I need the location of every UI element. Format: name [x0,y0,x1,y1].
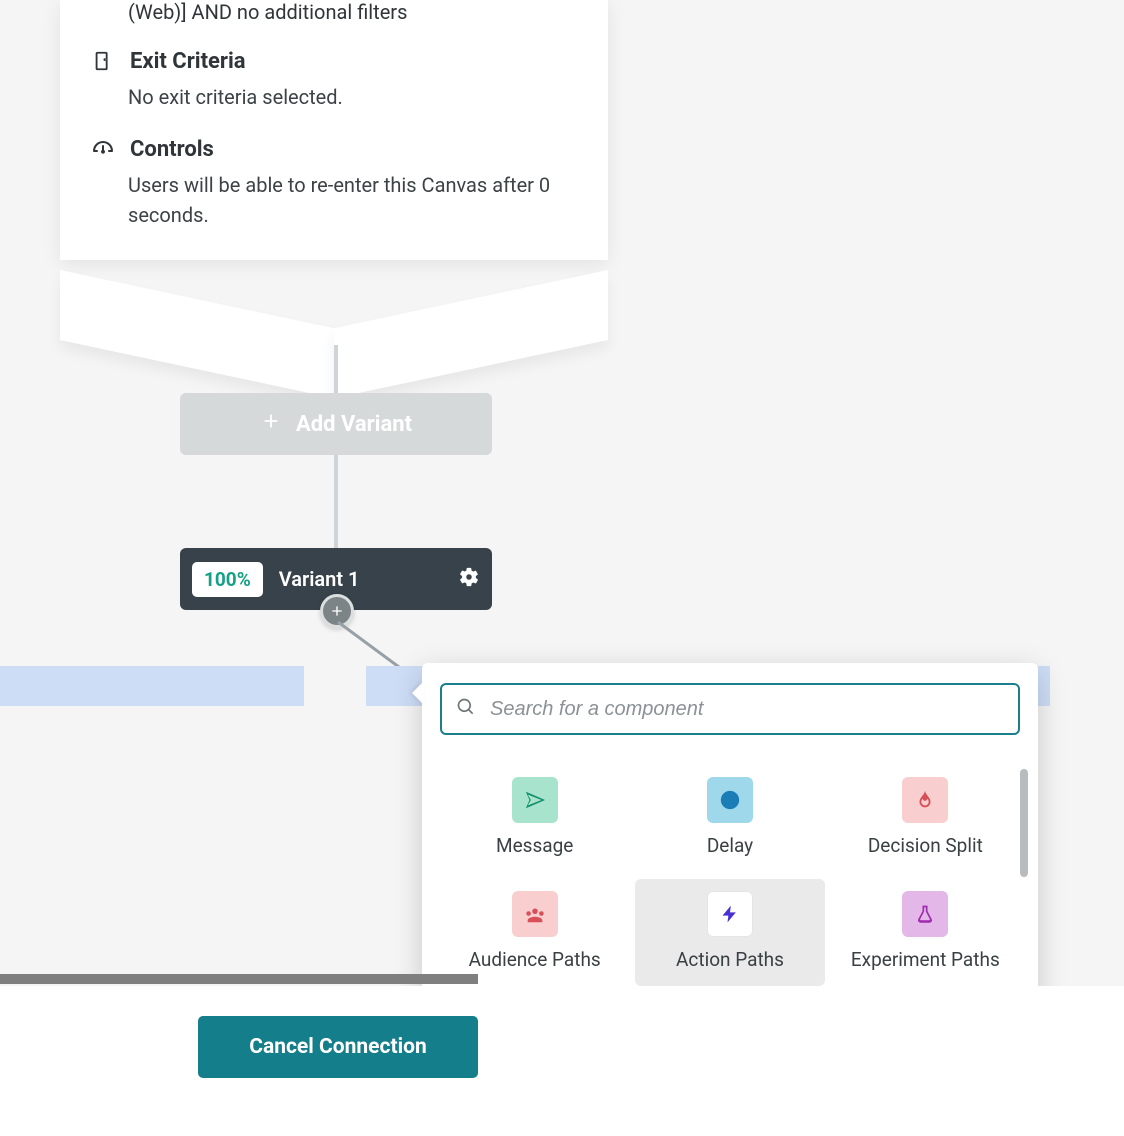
timeline-bar [0,974,478,984]
canvas-entry-card: (Web)] AND no additional filters Exit Cr… [60,0,608,260]
wishbone-icon [512,891,558,937]
component-tile-message[interactable]: Message [440,765,629,873]
plus-icon [260,410,282,438]
component-label: Action Paths [676,947,784,973]
connector-line [334,345,338,395]
component-label: Message [496,833,573,859]
component-tile-audience-paths[interactable]: Audience Paths [440,879,629,987]
lightning-icon [707,891,753,937]
footer-area [0,986,1124,1136]
component-tile-decision-split[interactable]: Decision Split [831,765,1020,873]
component-tile-delay[interactable]: Delay [635,765,824,873]
controls-title: Controls [130,137,214,162]
component-label: Experiment Paths [851,947,1000,973]
add-variant-label: Add Variant [296,412,412,437]
controls-text: Users will be able to re-enter this Canv… [128,170,578,230]
component-tile-experiment-paths[interactable]: Experiment Paths [831,879,1020,987]
component-grid: Message Delay Decision Split Audience Paths… [422,735,1038,996]
add-variant-button[interactable]: Add Variant [180,393,492,455]
card-chevron-bottom [60,280,608,340]
variant-name: Variant 1 [279,567,442,591]
clock-icon [707,777,753,823]
scrollbar-thumb[interactable] [1020,769,1028,877]
variant-percent-badge: 100% [192,562,263,597]
connector-line [334,455,338,550]
paper-plane-icon [512,777,558,823]
component-label: Delay [707,833,753,859]
gear-icon[interactable] [458,566,480,592]
cancel-connection-label: Cancel Connection [249,1035,427,1059]
component-label: Audience Paths [469,947,601,973]
component-tile-action-paths[interactable]: Action Paths [635,879,824,987]
exit-criteria-text: No exit criteria selected. [128,82,578,112]
exit-criteria-title: Exit Criteria [130,49,246,74]
popover-pointer [412,681,424,705]
search-input-wrap[interactable] [440,683,1020,735]
gauge-icon [90,136,116,162]
component-label: Decision Split [868,833,983,859]
search-icon [456,697,476,721]
wishbone-icon [902,777,948,823]
flask-icon [902,891,948,937]
search-input[interactable] [490,698,1004,721]
cancel-connection-button[interactable]: Cancel Connection [198,1016,478,1078]
entry-criteria-fragment: (Web)] AND no additional filters [128,0,578,24]
exit-door-icon [90,48,116,74]
